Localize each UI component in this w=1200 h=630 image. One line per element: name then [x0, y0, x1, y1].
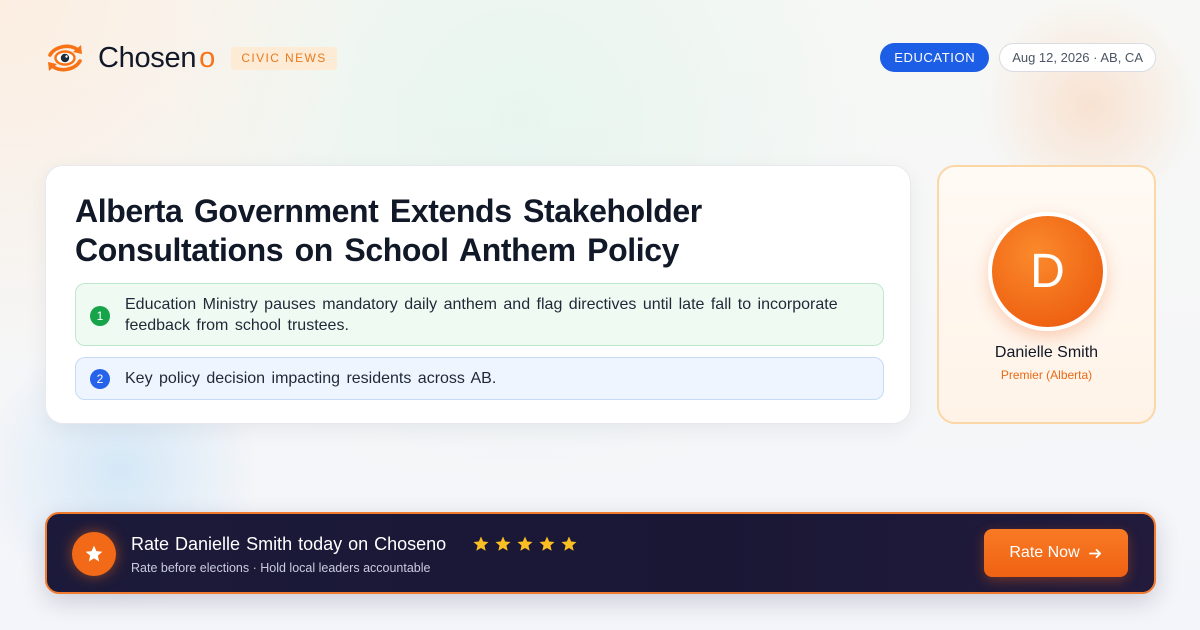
header: Chosen o CIVIC NEWS EDUCATION Aug 12, 20…: [46, 38, 1156, 78]
header-meta: EDUCATION Aug 12, 2026 · AB, CA: [880, 43, 1156, 72]
star-icon: [473, 536, 489, 551]
star-icon: [561, 536, 577, 551]
profile-card[interactable]: D Danielle Smith Premier (Alberta): [937, 165, 1156, 424]
brand-name-suffix: o: [199, 41, 216, 74]
key-point-text: Key policy decision impacting residents …: [125, 370, 497, 387]
brand[interactable]: Chosen o CIVIC NEWS: [46, 38, 337, 78]
star-icon: [539, 536, 555, 551]
eye-refresh-icon: [48, 44, 82, 72]
article-headline: Alberta Government Extends Stakeholder C…: [75, 193, 702, 268]
article-card: Alberta Government Extends Stakeholder C…: [45, 165, 911, 424]
date-location-pill: Aug 12, 2026 · AB, CA: [999, 43, 1156, 72]
point-number-badge: 1: [90, 306, 110, 326]
avatar: D: [988, 212, 1107, 331]
brand-name: Chosen: [98, 41, 197, 74]
rate-now-label: Rate Now: [1009, 544, 1080, 561]
rate-now-button[interactable]: Rate Now: [984, 529, 1128, 577]
profile-name: Danielle Smith: [994, 344, 1099, 361]
key-point-text: Education Ministry pauses mandatory dail…: [125, 296, 838, 334]
category-pill[interactable]: EDUCATION: [880, 43, 990, 72]
key-point-1: 1 Education Ministry pauses mandatory da…: [75, 283, 884, 346]
star-icon: [495, 536, 511, 551]
rating-stars: [472, 535, 582, 553]
profile-role: Premier (Alberta): [1000, 368, 1093, 382]
point-number-badge: 2: [90, 368, 110, 389]
cta-title: Rate Danielle Smith today on Choseno: [131, 534, 447, 554]
star-icon: [72, 532, 116, 576]
key-point-2: 2 Key policy decision impacting resident…: [75, 357, 884, 400]
civic-news-badge: CIVIC NEWS: [231, 46, 337, 70]
cta-subtitle: Rate before elections · Hold local leade…: [131, 561, 431, 575]
rate-cta-banner: Rate Danielle Smith today on Choseno Rat…: [45, 512, 1156, 594]
star-icon: [517, 536, 533, 551]
arrow-right-icon: [1088, 548, 1101, 558]
